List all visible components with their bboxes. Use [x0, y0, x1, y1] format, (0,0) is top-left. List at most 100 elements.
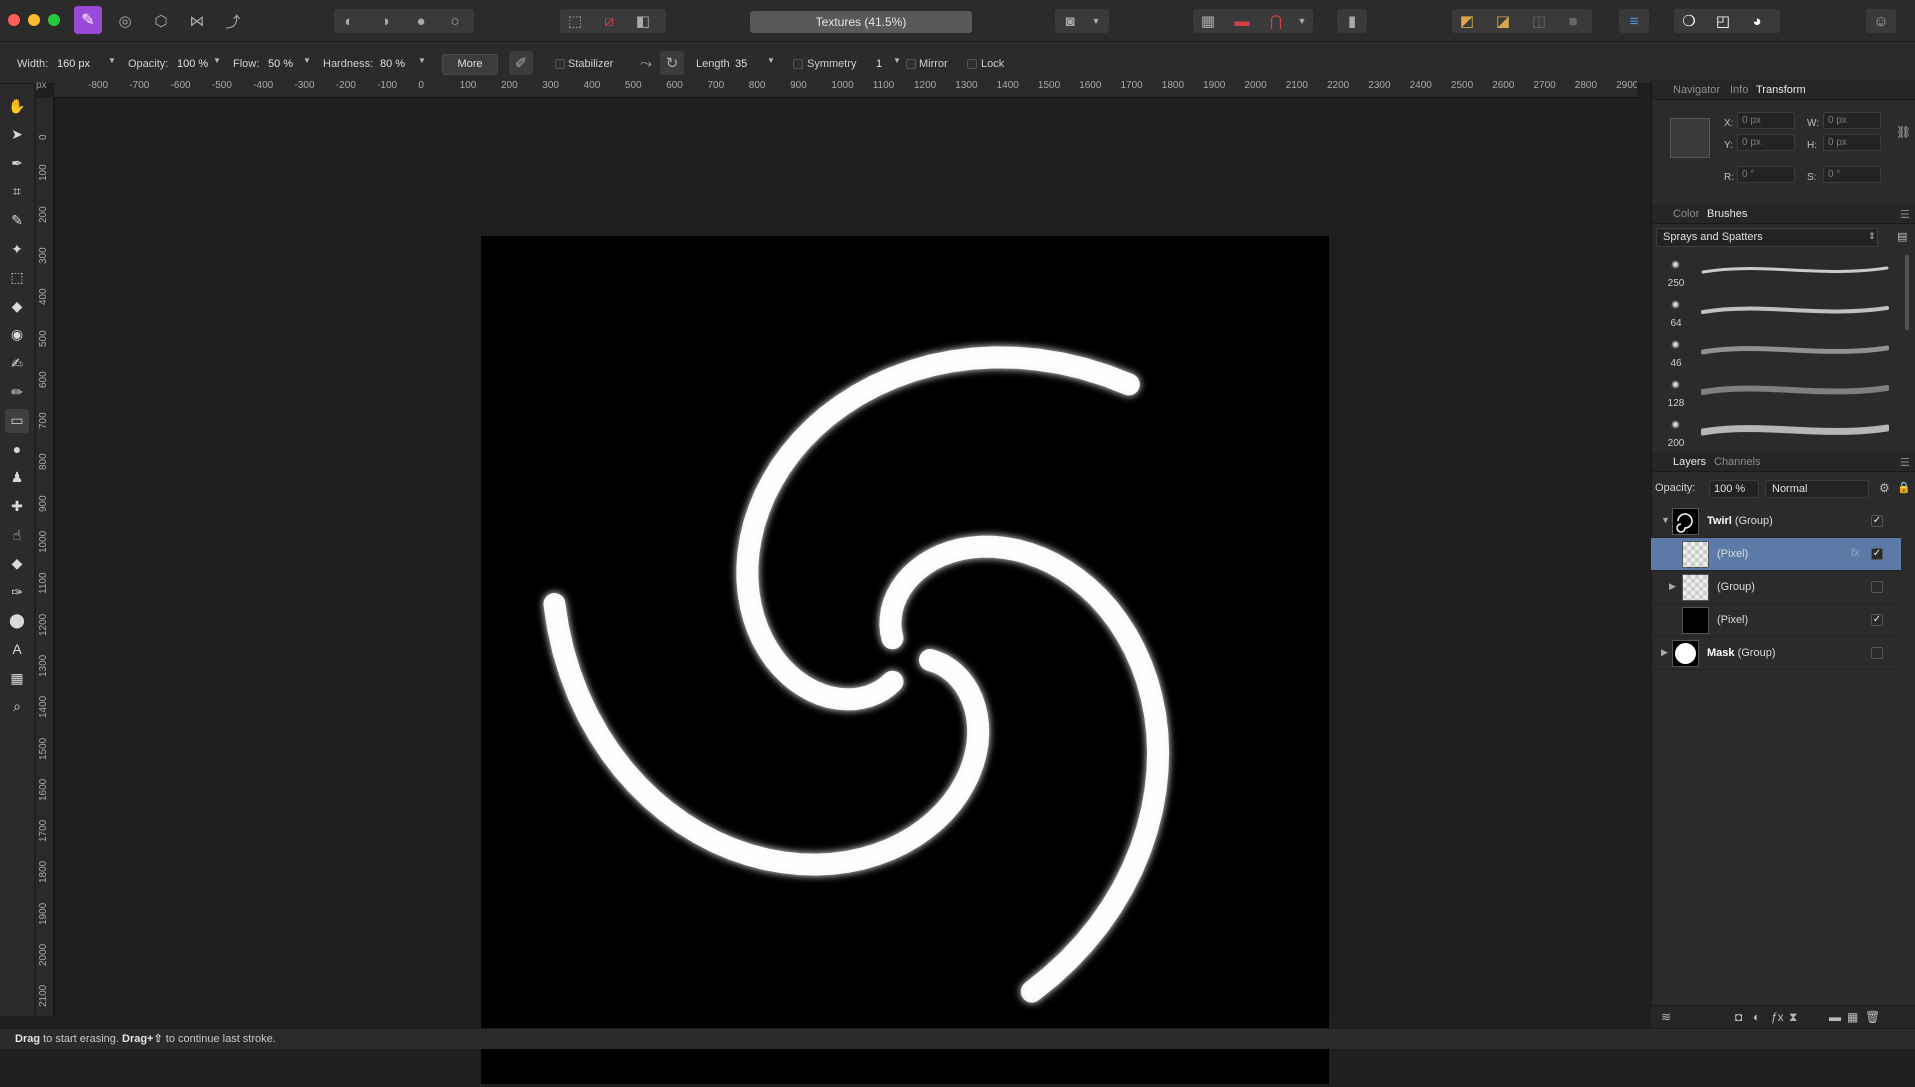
crop-icon[interactable]: ⌗	[5, 180, 29, 204]
select-all-icon[interactable]: ⬚	[564, 10, 586, 32]
zoom-icon[interactable]: ⌕	[5, 695, 29, 719]
brush-item[interactable]: 200	[1651, 412, 1901, 452]
chevron-down-icon[interactable]: ▼	[213, 56, 221, 65]
selection-brush-icon[interactable]: ✎	[5, 208, 29, 232]
paint-brush-icon[interactable]: ✍	[5, 351, 29, 375]
develop-persona-icon[interactable]: ⬡	[150, 10, 172, 32]
more-button[interactable]: More	[442, 54, 498, 75]
trash-icon[interactable]: 🗑	[1865, 1010, 1880, 1024]
flow-field[interactable]: 50 %	[268, 55, 293, 73]
snapping-icon[interactable]: ▬	[1231, 10, 1253, 32]
dodge-icon[interactable]: ●	[5, 437, 29, 461]
chevron-down-icon[interactable]: ▼	[767, 56, 775, 65]
intersect-shape-icon[interactable]: ◕	[1746, 10, 1768, 32]
mesh-warp-icon[interactable]: ▦	[5, 666, 29, 690]
photo-persona-icon[interactable]: ✎	[74, 6, 102, 34]
width-field[interactable]: 160 px	[57, 55, 90, 73]
grid-icon[interactable]: ▦	[1197, 10, 1219, 32]
w-field[interactable]: 0 px	[1823, 112, 1881, 129]
text-icon[interactable]: A	[5, 637, 29, 661]
hsl-icon[interactable]: ●	[410, 10, 432, 32]
move-back-one-icon[interactable]: ◪	[1492, 10, 1514, 32]
quick-mask-icon[interactable]: ◙	[1059, 10, 1081, 32]
healing-icon[interactable]: ✚	[5, 494, 29, 518]
x-field[interactable]: 0 px	[1737, 112, 1795, 129]
pencil-assist-icon[interactable]: ▮	[1341, 10, 1363, 32]
document-canvas[interactable]	[481, 236, 1329, 1084]
color-picker-icon[interactable]: ✒	[5, 151, 29, 175]
chevron-down-icon[interactable]: ▼	[1291, 10, 1313, 32]
deselect-icon[interactable]: ⧄	[598, 10, 620, 32]
brush-item[interactable]: 46	[1651, 332, 1901, 372]
lock-icon[interactable]: 🔒	[1897, 481, 1911, 494]
add-pixel-layer-icon[interactable]: ▦	[1847, 1010, 1858, 1024]
chevron-down-icon[interactable]: ▼	[893, 56, 901, 65]
window-mode-icon[interactable]: ↻	[660, 51, 684, 75]
opacity-field[interactable]: 100 %	[177, 55, 208, 73]
white-balance-icon[interactable]: ○	[444, 10, 466, 32]
brush-list-scrollbar[interactable]	[1905, 255, 1909, 330]
symmetry-checkbox[interactable]	[793, 59, 803, 69]
layer-visibility-checkbox[interactable]	[1871, 581, 1883, 593]
chevron-right-icon[interactable]: ▶	[1669, 581, 1676, 592]
rectangle-shape-icon[interactable]: ◆	[5, 552, 29, 576]
tone-mapping-persona-icon[interactable]: ⋈	[186, 10, 208, 32]
color-replace-icon[interactable]: ✏	[5, 380, 29, 404]
magnet-icon[interactable]: ⋂	[1265, 10, 1287, 32]
flood-fill-icon[interactable]: ◆	[5, 294, 29, 318]
live-filter-icon[interactable]: ⧗	[1789, 1010, 1797, 1025]
magic-wand-icon[interactable]: ✦	[5, 237, 29, 261]
chevron-updown-icon[interactable]: ⇕	[1868, 231, 1876, 242]
layer-opacity-field[interactable]: 100 %	[1709, 480, 1759, 498]
link-icon[interactable]: ⛓	[1896, 125, 1911, 139]
move-to-front-icon[interactable]: ■	[1562, 10, 1584, 32]
brush-item[interactable]: 128	[1651, 372, 1901, 412]
chevron-down-icon[interactable]: ▼	[303, 56, 311, 65]
brush-item[interactable]: 250	[1651, 252, 1901, 292]
levels-icon[interactable]: ◐	[338, 10, 360, 32]
hardness-field[interactable]: 80 %	[380, 55, 405, 73]
invert-selection-icon[interactable]: ◧	[632, 10, 654, 32]
tab-brushes[interactable]: Brushes	[1707, 208, 1747, 220]
hand-icon[interactable]: ✋	[5, 94, 29, 118]
chevron-down-icon[interactable]: ▼	[1661, 515, 1670, 525]
blend-mode-select[interactable]: Normal	[1765, 480, 1869, 498]
brush-item[interactable]: 64	[1651, 292, 1901, 332]
black-white-icon[interactable]: ◑	[374, 10, 396, 32]
panel-menu-icon[interactable]: ☰	[1900, 456, 1910, 469]
canvas-area[interactable]	[54, 99, 1637, 1084]
fx-icon[interactable]: ƒx	[1771, 1010, 1784, 1024]
user-icon[interactable]: ☺	[1870, 10, 1892, 32]
layer-row[interactable]: ▶ Mask (Group)	[1651, 637, 1901, 670]
brush-options-icon[interactable]: ▤	[1897, 230, 1907, 243]
chevron-right-icon[interactable]: ▶	[1661, 647, 1668, 658]
shear-field[interactable]: 0 °	[1823, 166, 1881, 183]
rotation-field[interactable]: 0 °	[1737, 166, 1795, 183]
add-shape-icon[interactable]: ❍	[1678, 10, 1700, 32]
tab-info[interactable]: Info	[1730, 84, 1748, 96]
tab-color[interactable]: Color	[1673, 208, 1699, 220]
pen-icon[interactable]: ✑	[5, 580, 29, 604]
align-icon[interactable]: ≡	[1623, 10, 1645, 32]
tab-navigator[interactable]: Navigator	[1673, 84, 1720, 96]
length-field[interactable]: 35	[735, 55, 747, 73]
close-window-button[interactable]	[8, 14, 20, 26]
pressure-icon[interactable]: ✐	[509, 51, 533, 75]
smudge-icon[interactable]: ☝	[5, 523, 29, 547]
layer-visibility-checkbox[interactable]	[1871, 647, 1883, 659]
minimize-window-button[interactable]	[28, 14, 40, 26]
chevron-down-icon[interactable]: ▼	[1085, 10, 1107, 32]
mask-layer-icon[interactable]: ◘	[1735, 1010, 1742, 1024]
panel-menu-icon[interactable]: ☰	[1900, 208, 1910, 221]
layer-row[interactable]: (Pixel) ✓ fx	[1651, 538, 1901, 571]
move-forward-one-icon[interactable]: ◫	[1528, 10, 1550, 32]
rope-mode-icon[interactable]: ⤳	[634, 51, 658, 75]
export-persona-icon[interactable]: ⤴	[222, 10, 244, 32]
layer-row[interactable]: (Pixel) ✓	[1651, 604, 1901, 637]
gradient-icon[interactable]: ◉	[5, 323, 29, 347]
layer-row[interactable]: ▼ Twirl (Group) ✓	[1651, 505, 1901, 538]
h-field[interactable]: 0 px	[1823, 134, 1881, 151]
tab-channels[interactable]: Channels	[1714, 456, 1760, 468]
subtract-shape-icon[interactable]: ◰	[1712, 10, 1734, 32]
zoom-window-button[interactable]	[48, 14, 60, 26]
